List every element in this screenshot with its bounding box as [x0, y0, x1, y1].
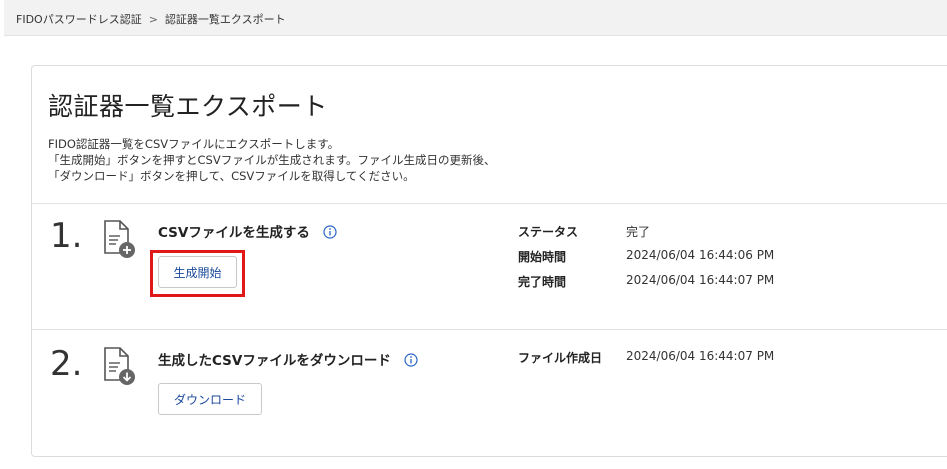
description-line: 「生成開始」ボタンを押すとCSVファイルが生成されます。ファイル生成日の更新後、 — [48, 153, 496, 167]
breadcrumb-separator: > — [148, 13, 158, 26]
status-label: ステータス — [518, 225, 579, 239]
breadcrumb: FIDOパスワードレス認証 > 認証器一覧エクスポート — [16, 11, 286, 27]
info-icon[interactable] — [322, 225, 337, 239]
divider — [32, 329, 947, 330]
description-line: FIDO認証器一覧をCSVファイルにエクスポートします。 — [48, 137, 340, 151]
end-time-value: 2024/06/04 16:44:07 PM — [626, 273, 775, 287]
start-generation-button[interactable]: 生成開始 — [158, 256, 237, 288]
file-created-value: 2024/06/04 16:44:07 PM — [626, 349, 775, 363]
step-number: 1. — [50, 216, 83, 256]
export-card: 認証器一覧エクスポート FIDO認証器一覧をCSVファイルにエクスポートします。… — [31, 65, 947, 457]
step-title-text: CSVファイルを生成する — [158, 225, 310, 241]
breadcrumb-item-fido[interactable]: FIDOパスワードレス認証 — [16, 13, 142, 26]
step-title: 生成したCSVファイルをダウンロード — [158, 349, 418, 369]
info-icon[interactable] — [403, 353, 418, 367]
document-add-icon — [104, 220, 135, 258]
breadcrumb-item-current: 認証器一覧エクスポート — [164, 13, 286, 26]
step-title: CSVファイルを生成する — [158, 221, 337, 241]
page-title: 認証器一覧エクスポート — [48, 92, 328, 121]
status-value: 完了 — [626, 225, 651, 239]
file-created-label: ファイル作成日 — [518, 351, 603, 365]
breadcrumb-bar: FIDOパスワードレス認証 > 認証器一覧エクスポート — [4, 0, 947, 36]
start-time-label: 開始時間 — [518, 250, 567, 264]
end-time-label: 完了時間 — [518, 275, 567, 289]
download-button[interactable]: ダウンロード — [158, 383, 262, 415]
divider — [32, 203, 947, 204]
page-description: FIDO認証器一覧をCSVファイルにエクスポートします。 「生成開始」ボタンを押… — [48, 136, 496, 184]
step-title-text: 生成したCSVファイルをダウンロード — [158, 353, 391, 369]
description-line: 「ダウンロード」ボタンを押して、CSVファイルを取得してください。 — [48, 169, 415, 183]
step-number: 2. — [50, 344, 83, 384]
start-time-value: 2024/06/04 16:44:06 PM — [626, 248, 775, 262]
document-download-icon — [104, 347, 135, 385]
